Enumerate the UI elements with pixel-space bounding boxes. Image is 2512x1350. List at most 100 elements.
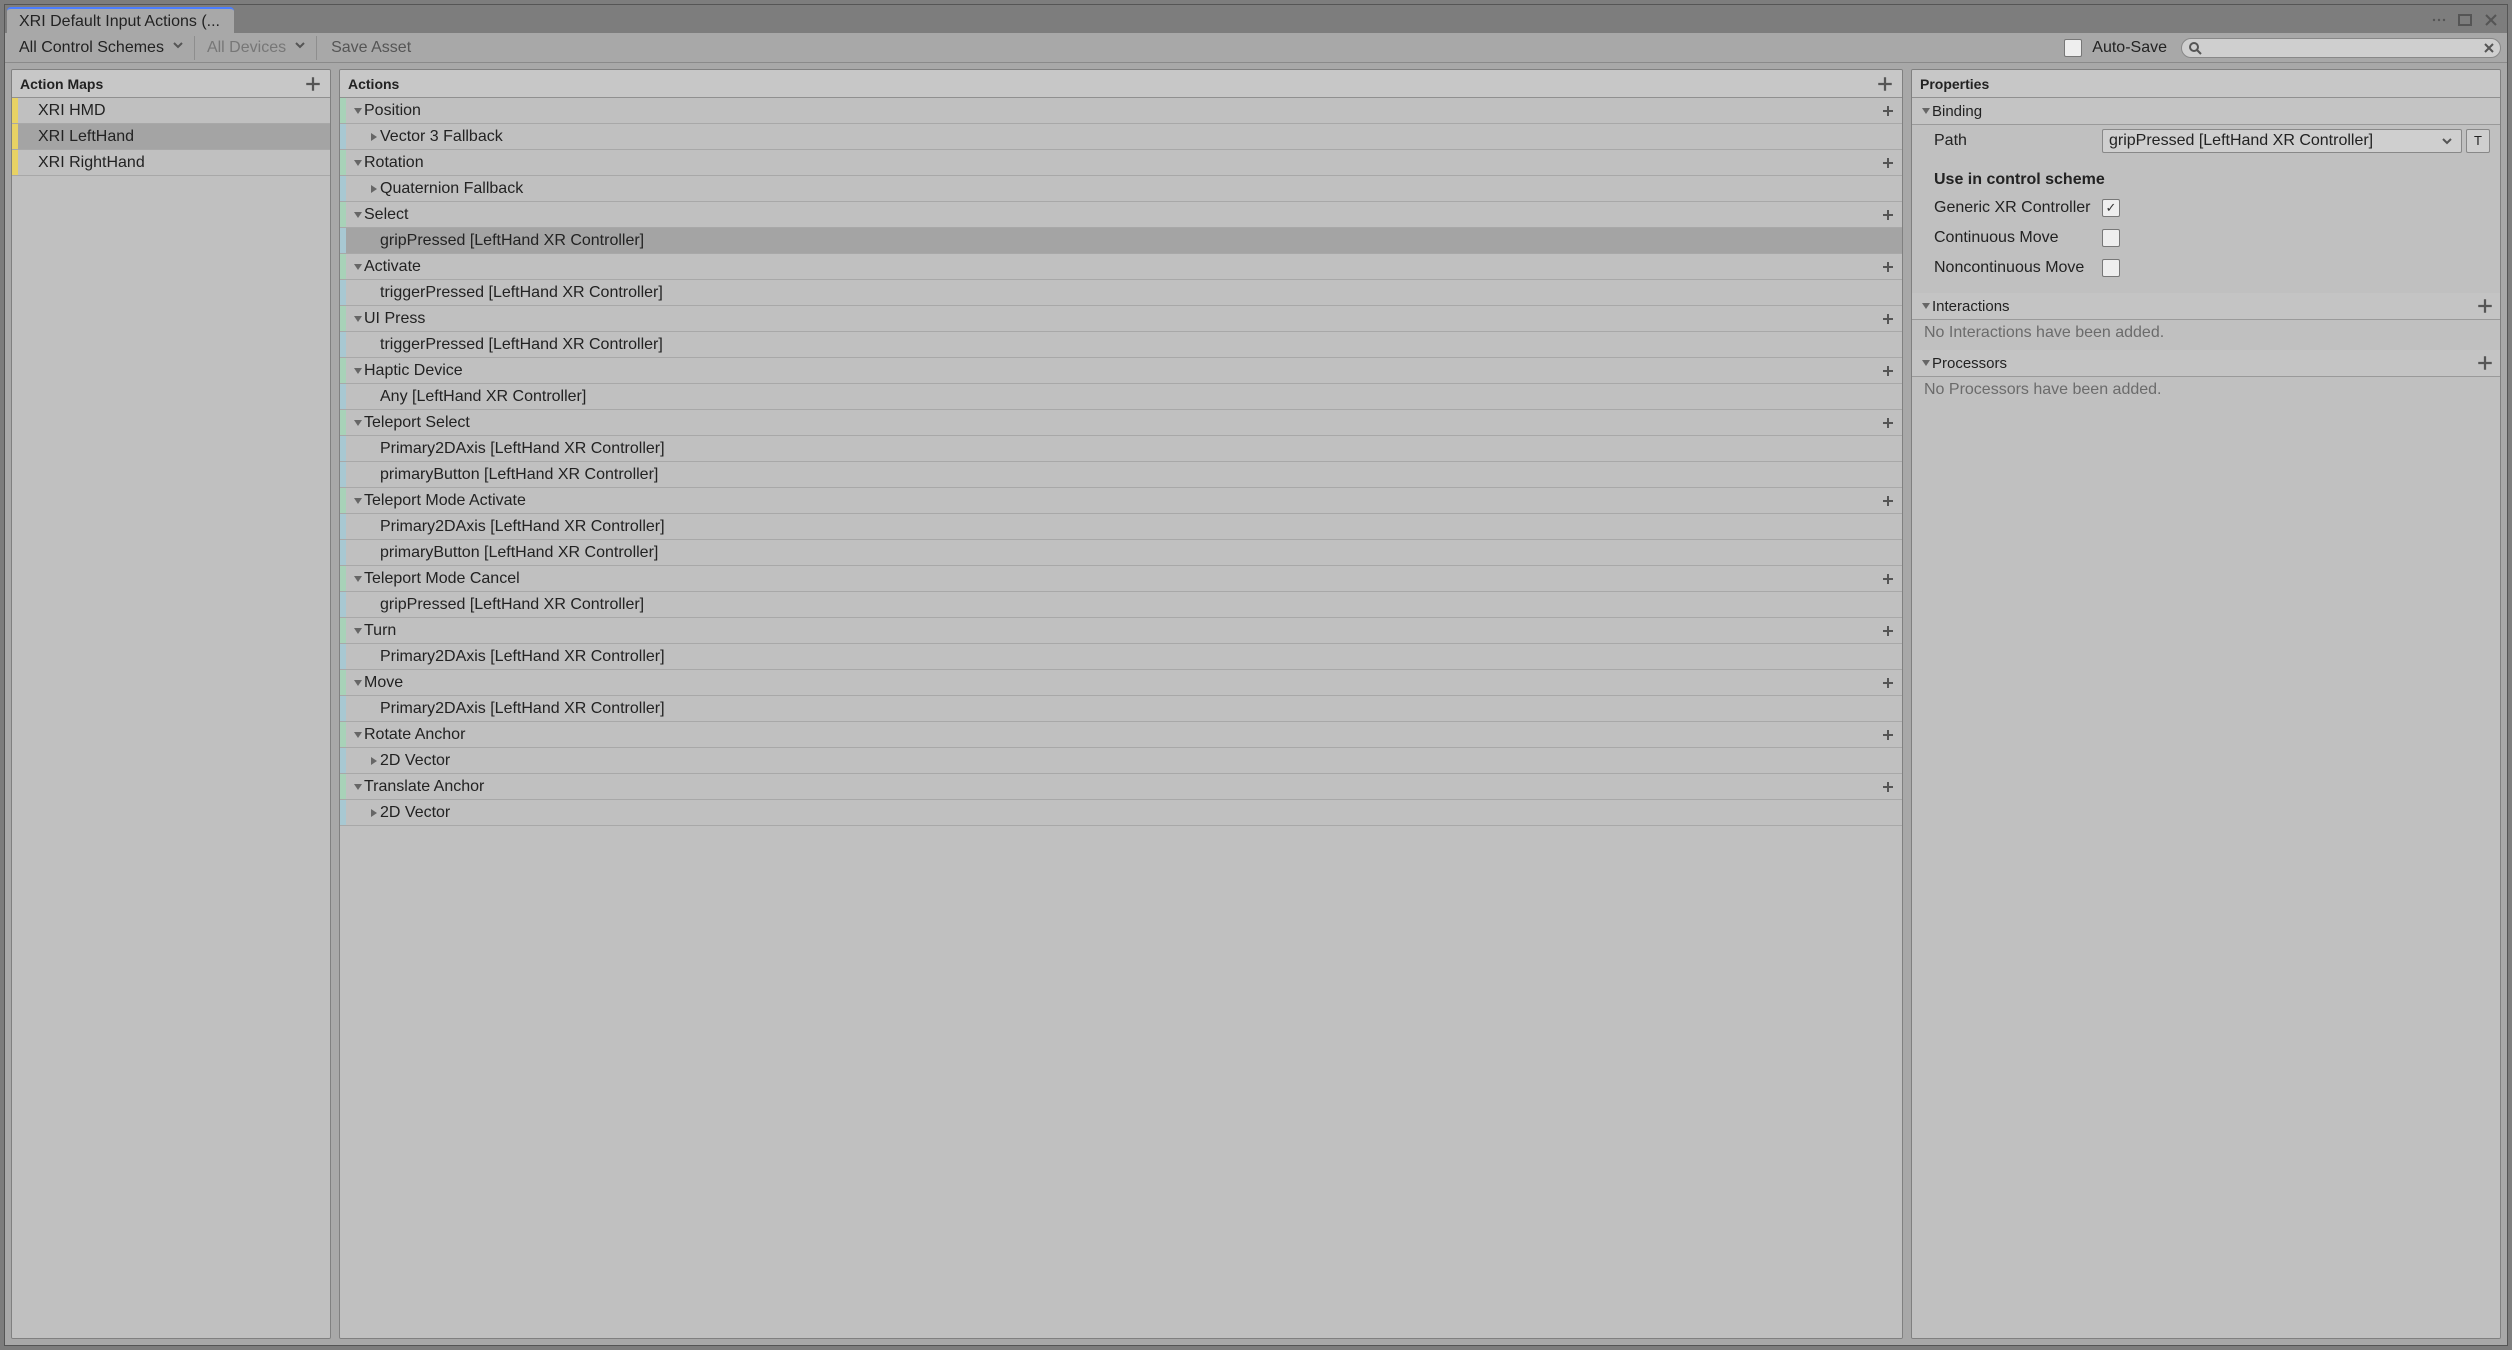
action-map-label: XRI RightHand — [38, 154, 145, 172]
binding-item[interactable]: Primary2DAxis [LeftHand XR Controller] — [340, 436, 1902, 462]
add-binding-button[interactable] — [1880, 259, 1896, 275]
action-item[interactable]: Haptic Device — [340, 358, 1902, 384]
binding-item[interactable]: triggerPressed [LeftHand XR Controller] — [340, 332, 1902, 358]
add-binding-button[interactable] — [1880, 415, 1896, 431]
foldout-icon[interactable] — [350, 493, 364, 509]
autosave-checkbox[interactable] — [2064, 39, 2082, 57]
add-binding-button[interactable] — [1880, 155, 1896, 171]
item-label: 2D Vector — [380, 752, 450, 770]
processors-section-header[interactable]: Processors — [1912, 350, 2500, 377]
action-item[interactable]: Activate — [340, 254, 1902, 280]
clear-search-icon[interactable] — [2481, 40, 2497, 61]
control-schemes-dropdown[interactable]: All Control Schemes — [11, 36, 195, 60]
foldout-icon[interactable] — [350, 779, 364, 795]
scheme-checkbox[interactable] — [2102, 259, 2120, 277]
path-dropdown[interactable]: gripPressed [LeftHand XR Controller] — [2102, 129, 2462, 153]
binding-item[interactable]: gripPressed [LeftHand XR Controller] — [340, 228, 1902, 254]
color-stripe — [340, 514, 346, 539]
binding-item[interactable]: 2D Vector — [340, 748, 1902, 774]
action-item[interactable]: Teleport Select — [340, 410, 1902, 436]
listen-button[interactable]: T — [2466, 129, 2490, 153]
scheme-checkbox[interactable] — [2102, 199, 2120, 217]
foldout-icon[interactable] — [350, 259, 364, 275]
foldout-icon[interactable] — [366, 753, 380, 769]
action-map-item[interactable]: XRI LeftHand — [12, 124, 330, 150]
foldout-icon[interactable] — [350, 311, 364, 327]
action-item[interactable]: Teleport Mode Activate — [340, 488, 1902, 514]
binding-item[interactable]: primaryButton [LeftHand XR Controller] — [340, 540, 1902, 566]
action-item[interactable]: Translate Anchor — [340, 774, 1902, 800]
binding-item[interactable]: Primary2DAxis [LeftHand XR Controller] — [340, 644, 1902, 670]
asset-tab[interactable]: XRI Default Input Actions (... — [7, 7, 234, 33]
action-item[interactable]: Select — [340, 202, 1902, 228]
add-binding-button[interactable] — [1880, 493, 1896, 509]
devices-dropdown[interactable]: All Devices — [199, 36, 317, 60]
binding-item[interactable]: triggerPressed [LeftHand XR Controller] — [340, 280, 1902, 306]
action-item[interactable]: Rotate Anchor — [340, 722, 1902, 748]
add-binding-button[interactable] — [1880, 675, 1896, 691]
foldout-icon[interactable] — [350, 103, 364, 119]
add-processor-button[interactable] — [2476, 354, 2494, 372]
action-item[interactable]: UI Press — [340, 306, 1902, 332]
scheme-checkbox[interactable] — [2102, 229, 2120, 247]
color-stripe — [340, 306, 346, 331]
action-item[interactable]: Position — [340, 98, 1902, 124]
maximize-icon[interactable] — [2457, 12, 2473, 33]
binding-item[interactable]: Primary2DAxis [LeftHand XR Controller] — [340, 514, 1902, 540]
binding-item[interactable]: Any [LeftHand XR Controller] — [340, 384, 1902, 410]
add-binding-button[interactable] — [1880, 727, 1896, 743]
add-binding-button[interactable] — [1880, 103, 1896, 119]
add-action-button[interactable] — [1876, 75, 1894, 93]
action-item[interactable]: Move — [340, 670, 1902, 696]
foldout-icon[interactable] — [350, 363, 364, 379]
action-map-item[interactable]: XRI RightHand — [12, 150, 330, 176]
item-label: triggerPressed [LeftHand XR Controller] — [380, 284, 663, 302]
add-binding-button[interactable] — [1880, 207, 1896, 223]
close-icon[interactable] — [2483, 12, 2499, 33]
window-menu-icon[interactable] — [2431, 12, 2447, 33]
color-stripe — [340, 462, 346, 487]
color-stripe — [340, 202, 346, 227]
add-binding-button[interactable] — [1880, 363, 1896, 379]
add-binding-button[interactable] — [1880, 571, 1896, 587]
foldout-icon[interactable] — [350, 727, 364, 743]
foldout-icon[interactable] — [350, 415, 364, 431]
action-item[interactable]: Rotation — [340, 150, 1902, 176]
color-stripe — [12, 124, 18, 149]
devices-label: All Devices — [207, 39, 286, 57]
binding-section-header[interactable]: Binding — [1912, 98, 2500, 125]
processors-empty-text: No Processors have been added. — [1912, 377, 2500, 407]
binding-item[interactable]: 2D Vector — [340, 800, 1902, 826]
binding-item[interactable]: Vector 3 Fallback — [340, 124, 1902, 150]
foldout-icon[interactable] — [366, 181, 380, 197]
add-action-map-button[interactable] — [304, 75, 322, 93]
color-stripe — [340, 150, 346, 175]
color-stripe — [340, 124, 346, 149]
action-item[interactable]: Teleport Mode Cancel — [340, 566, 1902, 592]
add-binding-button[interactable] — [1880, 311, 1896, 327]
interactions-section-header[interactable]: Interactions — [1912, 293, 2500, 320]
action-map-label: XRI LeftHand — [38, 128, 134, 146]
action-map-item[interactable]: XRI HMD — [12, 98, 330, 124]
foldout-icon[interactable] — [350, 155, 364, 171]
binding-item[interactable]: Quaternion Fallback — [340, 176, 1902, 202]
binding-item[interactable]: Primary2DAxis [LeftHand XR Controller] — [340, 696, 1902, 722]
foldout-icon[interactable] — [350, 675, 364, 691]
binding-item[interactable]: gripPressed [LeftHand XR Controller] — [340, 592, 1902, 618]
foldout-icon[interactable] — [350, 623, 364, 639]
add-binding-button[interactable] — [1880, 623, 1896, 639]
foldout-icon[interactable] — [350, 207, 364, 223]
scheme-label: Continuous Move — [1922, 229, 2102, 247]
binding-item[interactable]: primaryButton [LeftHand XR Controller] — [340, 462, 1902, 488]
save-asset-button[interactable]: Save Asset — [321, 36, 421, 60]
add-interaction-button[interactable] — [2476, 297, 2494, 315]
foldout-icon[interactable] — [350, 571, 364, 587]
actions-panel: Actions PositionVector 3 FallbackRotatio… — [339, 69, 1903, 1339]
search-input[interactable] — [2181, 38, 2501, 58]
add-binding-button[interactable] — [1880, 779, 1896, 795]
actions-title: Actions — [348, 76, 399, 92]
action-item[interactable]: Turn — [340, 618, 1902, 644]
foldout-icon[interactable] — [366, 129, 380, 145]
foldout-icon[interactable] — [366, 805, 380, 821]
properties-title: Properties — [1920, 76, 1989, 92]
